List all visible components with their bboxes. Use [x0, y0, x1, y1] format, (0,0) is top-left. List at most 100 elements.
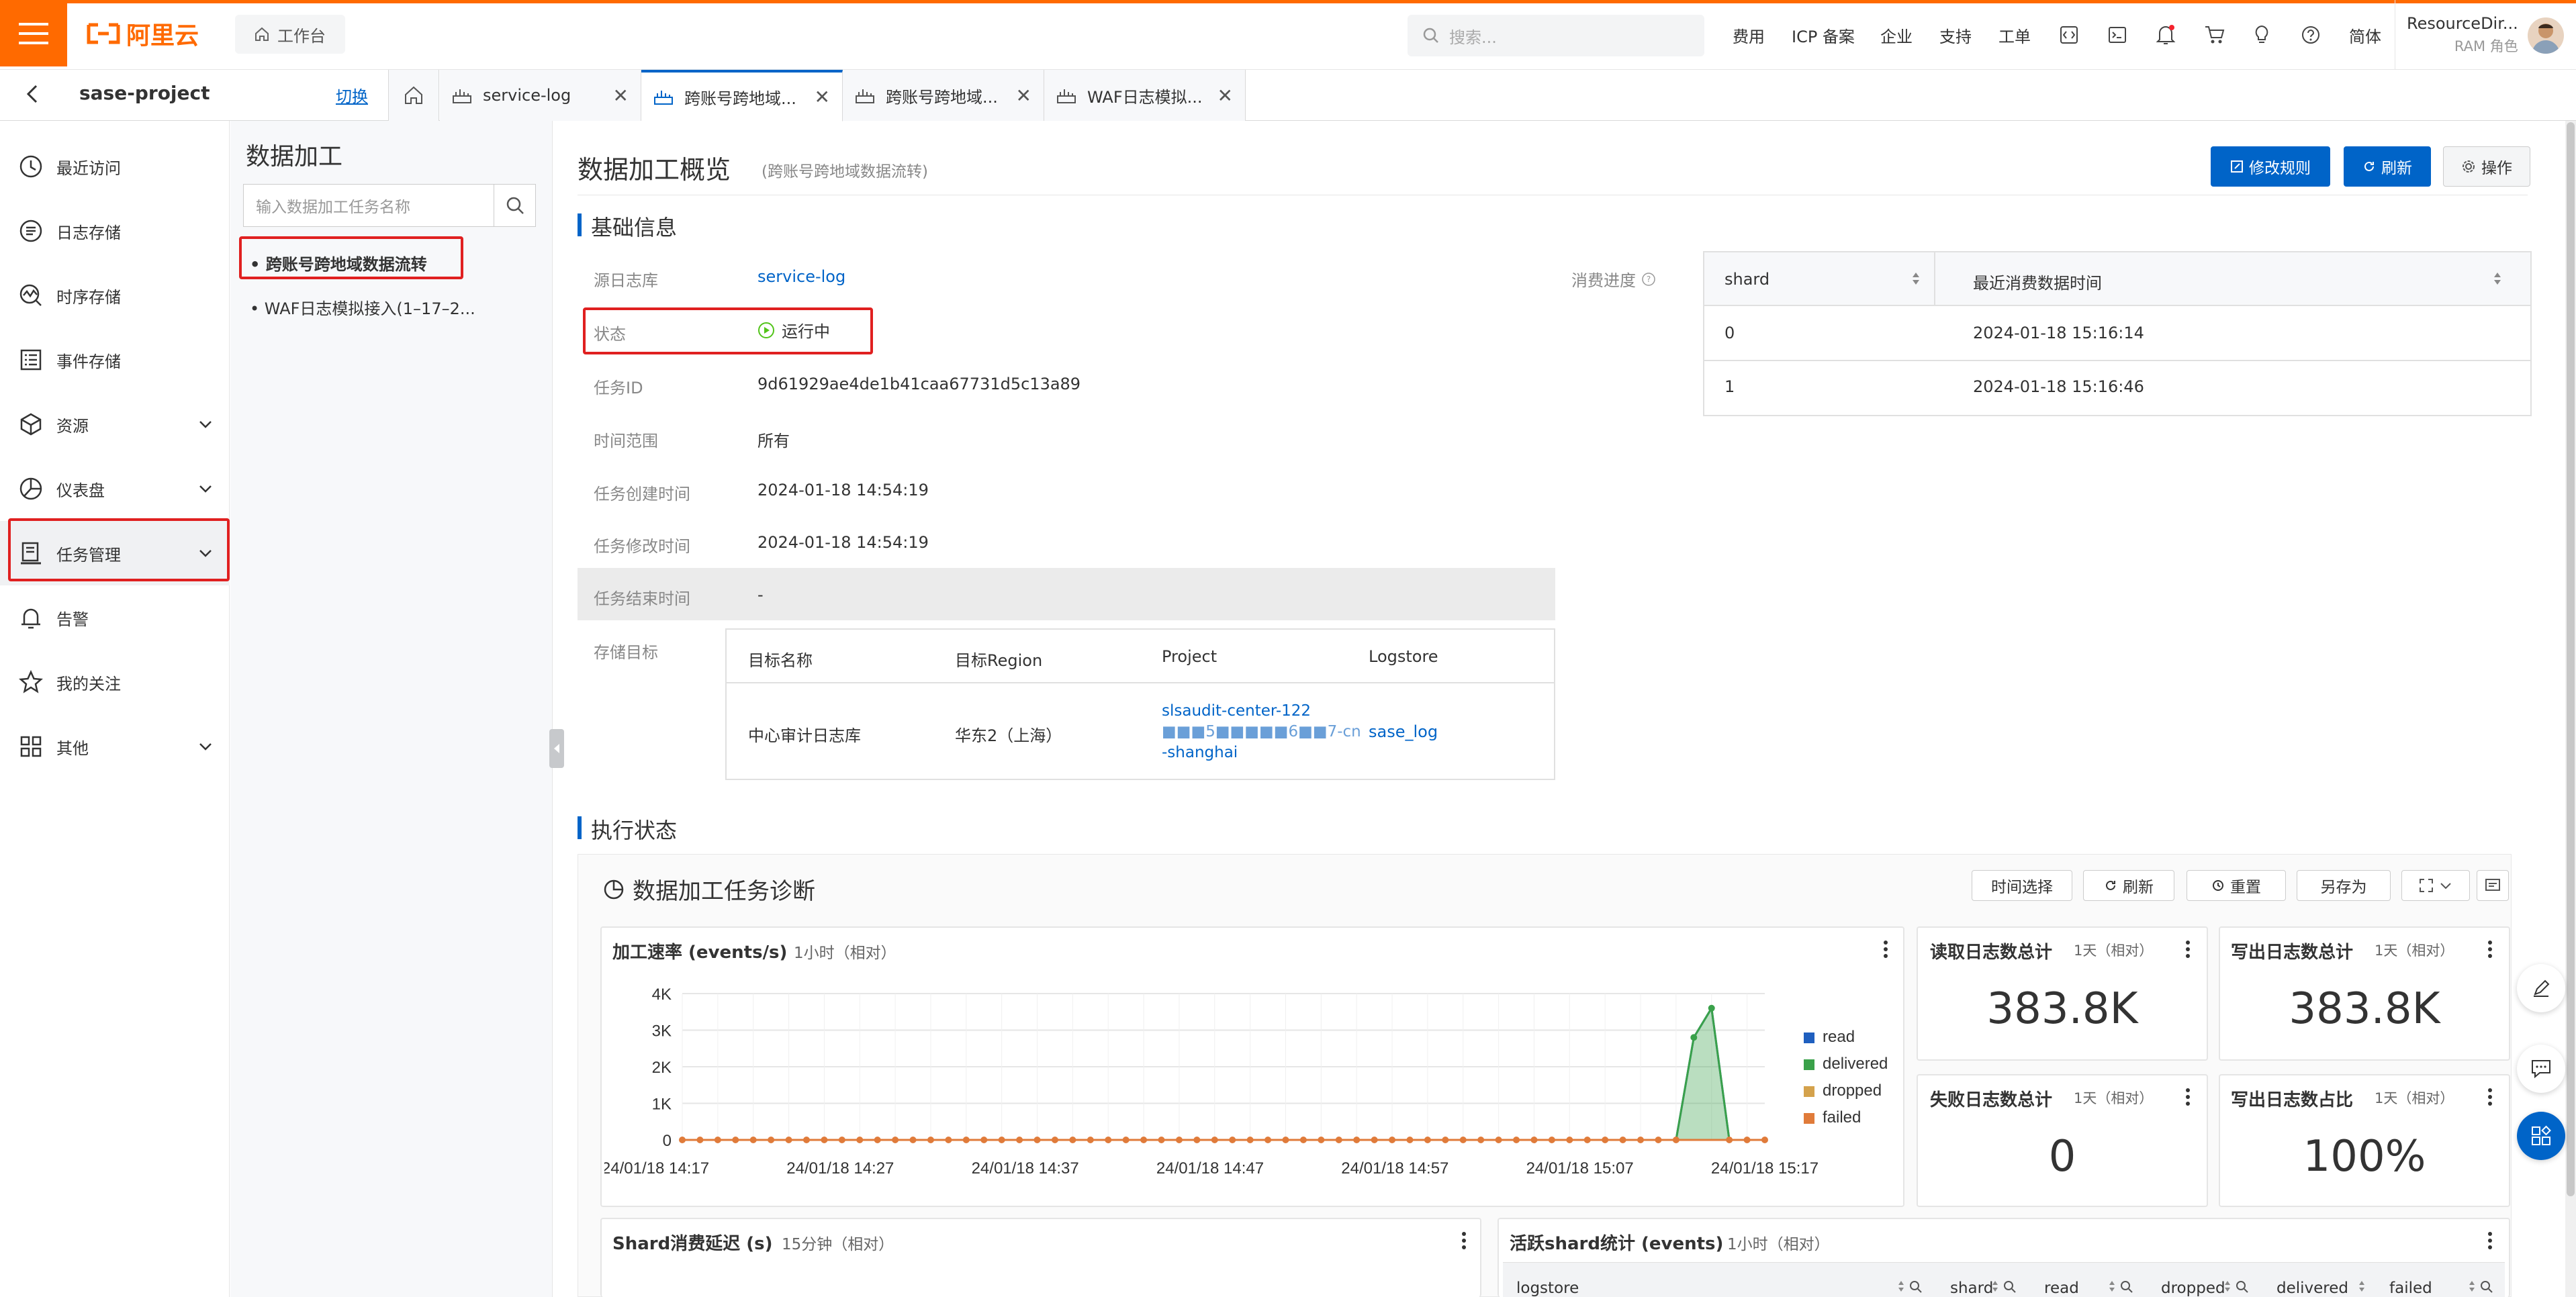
- close-icon[interactable]: ✕: [815, 86, 830, 108]
- tab-service-log[interactable]: service-log ✕: [440, 70, 641, 121]
- task-search-input[interactable]: 输入数据加工任务名称: [243, 184, 494, 227]
- sidebar-item-alerts[interactable]: 告警: [0, 585, 230, 650]
- back-arrow-icon[interactable]: [20, 82, 44, 106]
- y-tick-label: 0: [663, 1132, 672, 1150]
- sort-search-icons[interactable]: [2469, 1280, 2494, 1294]
- fullscreen-icon: [2420, 879, 2433, 892]
- more-icon[interactable]: [2185, 940, 2191, 959]
- terminal-icon[interactable]: [2107, 0, 2127, 70]
- sort-search-icons[interactable]: [1898, 1280, 1923, 1294]
- data-point: [962, 1137, 970, 1143]
- sort-search-icons[interactable]: [2358, 1280, 2365, 1293]
- sort-search-icons[interactable]: [2224, 1280, 2250, 1294]
- search-icon: [1423, 28, 1438, 43]
- active-shard-sub: 1小时（相对）: [1727, 1236, 1830, 1253]
- sort-search-icons[interactable]: [2109, 1280, 2134, 1294]
- more-icon[interactable]: [2487, 940, 2493, 959]
- close-icon[interactable]: ✕: [1016, 85, 1031, 107]
- operations-button[interactable]: 操作: [2443, 146, 2530, 187]
- more-icon[interactable]: [2487, 1088, 2493, 1106]
- user-menu[interactable]: ResourceDir... RAM 角色: [2407, 12, 2518, 58]
- reset-button[interactable]: 重置: [2187, 870, 2286, 901]
- highlight-box: [239, 236, 463, 279]
- event-icon: [20, 349, 42, 371]
- clock-icon: [19, 155, 42, 178]
- time-select-button[interactable]: 时间选择: [1972, 870, 2072, 901]
- data-point: [1353, 1137, 1361, 1143]
- target-region-cell: 华东2（上海）: [955, 726, 1062, 745]
- x-tick-label: 24/01/18 14:27: [786, 1159, 894, 1178]
- sidebar-item-other[interactable]: 其他: [0, 714, 230, 779]
- search-button[interactable]: [494, 184, 536, 227]
- more-icon[interactable]: [2185, 1088, 2191, 1106]
- sidebar-item-resources[interactable]: 资源: [0, 392, 230, 457]
- global-search-input[interactable]: 搜索...: [1408, 15, 1704, 56]
- tab-waf[interactable]: WAF日志模拟... ✕: [1044, 70, 1246, 121]
- source-link[interactable]: service-log: [757, 267, 845, 286]
- help-icon[interactable]: [2301, 0, 2321, 70]
- logstore-icon: [1057, 89, 1076, 103]
- task-item[interactable]: • WAF日志模拟接入(1–17–2...: [250, 295, 475, 319]
- modify-rule-button[interactable]: 修改规则: [2211, 146, 2330, 187]
- sidebar-item-events[interactable]: 事件存储: [0, 328, 230, 392]
- more-icon[interactable]: [1461, 1231, 1467, 1250]
- speed-chart[interactable]: 4K 3K 2K 1K 0 24/01/18 14:17 24/01/18 14:27 24/…: [604, 967, 1900, 1206]
- chat-float-button[interactable]: [2517, 1045, 2565, 1093]
- save-as-button[interactable]: 另存为: [2297, 870, 2391, 901]
- sidebar-item-favorites[interactable]: 我的关注: [0, 650, 230, 714]
- sidebar-item-recent[interactable]: 最近访问: [0, 134, 230, 199]
- fullscreen-button[interactable]: [2401, 870, 2470, 901]
- avatar[interactable]: [2528, 17, 2564, 54]
- data-point: [874, 1137, 881, 1143]
- nav-fees[interactable]: 费用: [1733, 0, 1765, 70]
- sidebar-item-timeseries[interactable]: 时序存储: [0, 263, 230, 328]
- data-point: [927, 1137, 934, 1143]
- dash-refresh-button[interactable]: 刷新: [2083, 870, 2174, 901]
- bell-notification-icon[interactable]: [2156, 0, 2176, 70]
- nav-icp[interactable]: ICP 备案: [1792, 0, 1855, 70]
- nav-enterprise[interactable]: 企业: [1880, 0, 1913, 70]
- refresh-button[interactable]: 刷新: [2344, 146, 2431, 187]
- tab-home[interactable]: [388, 70, 439, 121]
- code-icon[interactable]: [2059, 0, 2079, 70]
- nav-ticket[interactable]: 工单: [1998, 0, 2031, 70]
- bulb-icon[interactable]: [2252, 0, 2271, 70]
- switch-project-link[interactable]: 切换: [336, 83, 368, 107]
- nav-support[interactable]: 支持: [1939, 0, 1972, 70]
- more-icon[interactable]: [2487, 1231, 2493, 1250]
- sidebar-item-logstore[interactable]: 日志存储: [0, 199, 230, 263]
- hamburger-menu-icon[interactable]: [0, 0, 67, 66]
- top-bar: [0, 0, 2576, 70]
- sort-search-icons[interactable]: [1992, 1280, 2017, 1294]
- tab-cross-account-1[interactable]: 跨账号跨地域... ✕: [641, 70, 843, 122]
- section-marker: [578, 816, 582, 839]
- target-project-link[interactable]: slsaudit-center-122 ■■■5■■■■■6■■7-cn -sh…: [1162, 701, 1361, 763]
- collapse-handle[interactable]: [549, 729, 564, 768]
- language-switch[interactable]: 简体: [2349, 0, 2381, 70]
- legend-label-delivered: delivered: [1823, 1055, 1888, 1073]
- project-name: sase-project: [79, 82, 210, 104]
- data-point: [892, 1137, 899, 1143]
- apps-float-button[interactable]: [2517, 1112, 2565, 1160]
- sidebar-item-dashboard[interactable]: 仪表盘: [0, 457, 230, 521]
- tab-cross-account-2[interactable]: 跨账号跨地域... ✕: [843, 70, 1044, 121]
- comment-button[interactable]: [2477, 870, 2509, 901]
- edit-float-button[interactable]: [2517, 964, 2565, 1012]
- aliyun-logo[interactable]: 阿里云: [86, 16, 199, 51]
- close-icon[interactable]: ✕: [613, 85, 629, 107]
- sort-icon[interactable]: [2493, 271, 2502, 286]
- shard-cell: 0: [1724, 324, 1735, 342]
- sort-icon[interactable]: [1911, 271, 1921, 286]
- workbench-button[interactable]: 工作台: [235, 15, 345, 54]
- y-tick-label: 3K: [652, 1022, 672, 1041]
- more-icon[interactable]: [1883, 940, 1888, 959]
- tab-bar: [0, 70, 2576, 121]
- scrollbar-thumb[interactable]: [2567, 122, 2575, 1196]
- y-tick-label: 1K: [652, 1096, 672, 1114]
- target-logstore-link[interactable]: sase_log: [1369, 722, 1438, 741]
- legend-swatch-delivered: [1804, 1059, 1814, 1070]
- active-shard-title: 活跃shard统计 (events): [1510, 1234, 1724, 1254]
- stat-value: 100%: [2303, 1132, 2426, 1182]
- close-icon[interactable]: ✕: [1217, 85, 1233, 107]
- cart-icon[interactable]: [2204, 0, 2225, 70]
